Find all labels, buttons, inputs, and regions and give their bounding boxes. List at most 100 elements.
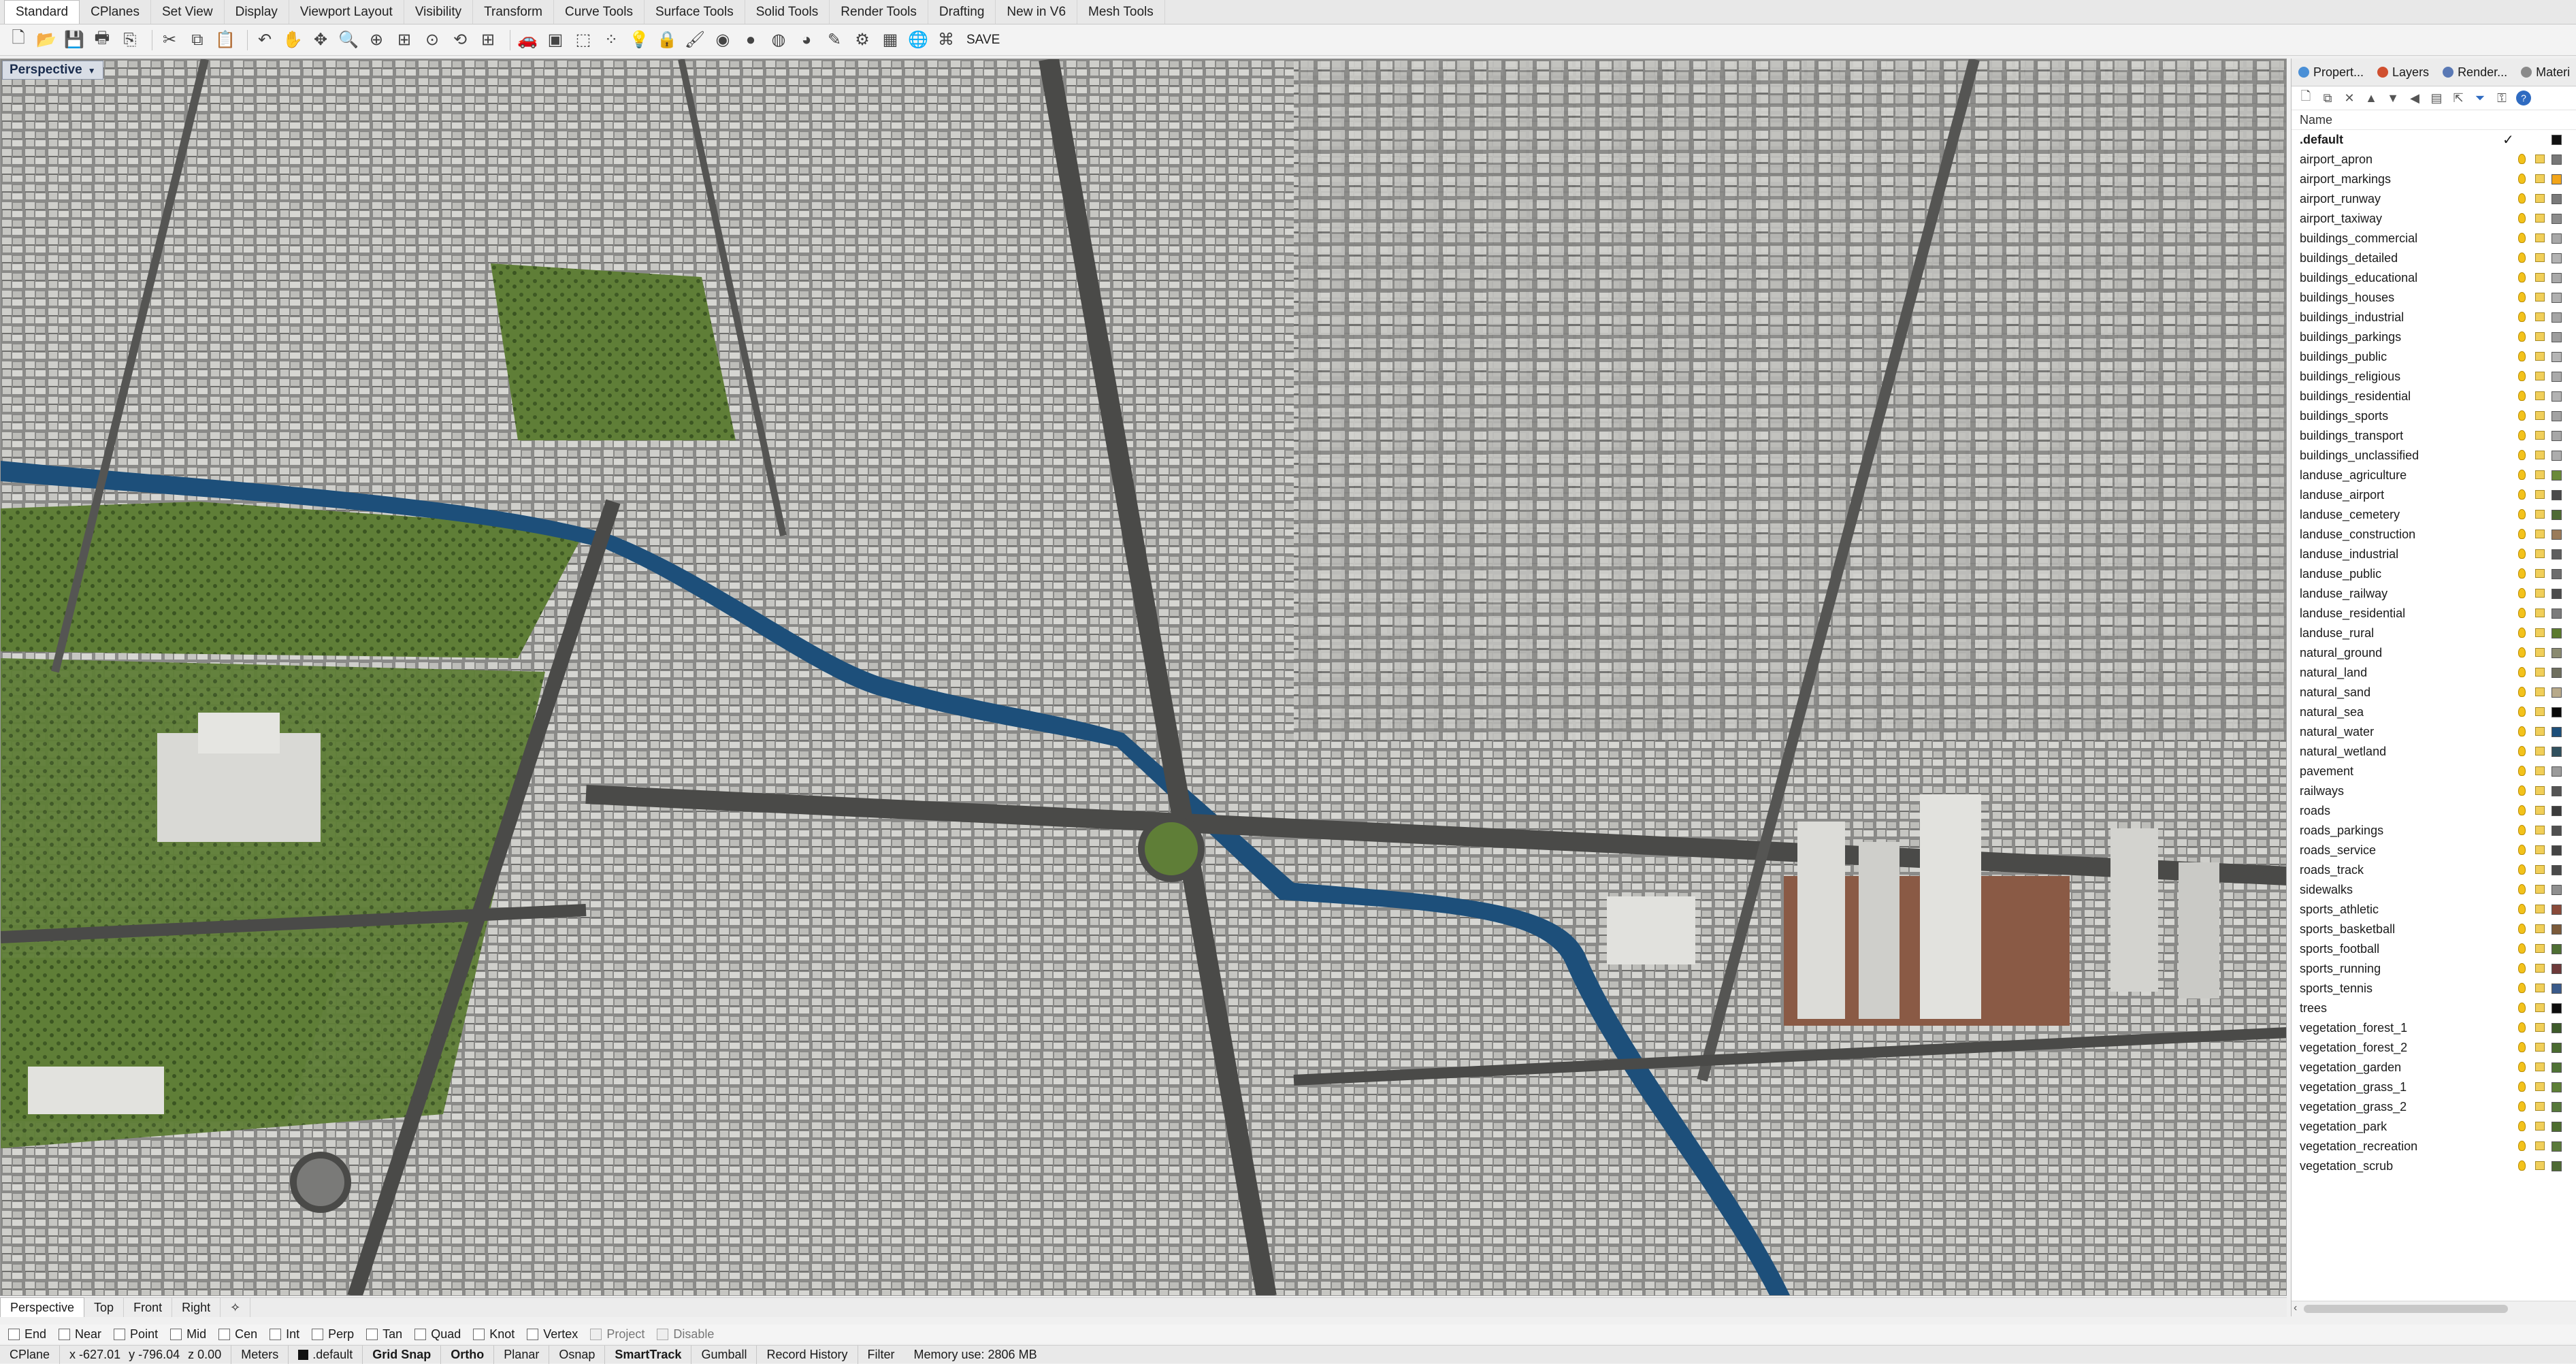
lightbulb-icon[interactable]: 💡 (627, 29, 651, 52)
lock-icon[interactable] (2535, 391, 2545, 400)
lock-icon[interactable] (2535, 312, 2545, 321)
layer-row[interactable]: buildings_commercial (2292, 229, 2576, 248)
osnap-end[interactable]: End (8, 1327, 46, 1342)
layer-color-swatch[interactable] (2551, 431, 2562, 441)
layer-color-swatch[interactable] (2551, 608, 2562, 619)
lock-icon[interactable] (2535, 431, 2545, 440)
lightbulb-icon[interactable] (2518, 1082, 2526, 1092)
layer-row[interactable]: natural_sand (2292, 683, 2576, 702)
lock-icon[interactable] (2535, 174, 2545, 183)
layer-row[interactable]: landuse_industrial (2292, 545, 2576, 564)
layer-color-swatch[interactable] (2551, 569, 2562, 579)
tab-render-tools[interactable]: Render Tools (830, 0, 928, 24)
osnap-vertex[interactable]: Vertex (527, 1327, 578, 1342)
layer-color-swatch[interactable] (2551, 747, 2562, 757)
lock-icon[interactable] (2535, 372, 2545, 380)
layer-color-swatch[interactable] (2551, 944, 2562, 954)
layer-color-swatch[interactable] (2551, 589, 2562, 599)
lock-icon[interactable] (2535, 155, 2545, 163)
layer-color-swatch[interactable] (2551, 194, 2562, 204)
lock-icon[interactable] (2535, 470, 2545, 479)
lightbulb-icon[interactable] (2518, 884, 2526, 894)
osnap-checkbox[interactable] (473, 1328, 485, 1340)
viewport-tab-right[interactable]: Right (172, 1298, 221, 1317)
lightbulb-icon[interactable] (2518, 272, 2526, 282)
osnap-checkbox[interactable] (114, 1328, 126, 1340)
lock-icon[interactable] (2535, 964, 2545, 973)
layer-properties-icon[interactable]: ▤ (2429, 91, 2444, 105)
osnap-quad[interactable]: Quad (414, 1327, 461, 1342)
tab-solid-tools[interactable]: Solid Tools (745, 0, 830, 24)
layer-color-swatch[interactable] (2551, 1062, 2562, 1073)
layer-row[interactable]: landuse_cemetery (2292, 505, 2576, 525)
lock-icon[interactable] (2535, 1122, 2545, 1131)
layer-row[interactable]: buildings_religious (2292, 367, 2576, 387)
layer-color-swatch[interactable] (2551, 510, 2562, 520)
lock-icon[interactable] (2535, 865, 2545, 874)
layer-color-swatch[interactable] (2551, 885, 2562, 895)
current-layer-indicator[interactable]: .default (289, 1345, 363, 1364)
osnap-disable[interactable]: Disable (657, 1327, 714, 1342)
osnap-checkbox[interactable] (170, 1328, 182, 1340)
lightbulb-icon[interactable] (2518, 391, 2526, 401)
lightbulb-icon[interactable] (2518, 904, 2526, 914)
lock-icon[interactable] (2535, 727, 2545, 736)
layer-color-swatch[interactable] (2551, 293, 2562, 303)
lightbulb-icon[interactable] (2518, 568, 2526, 579)
layer-color-swatch[interactable] (2551, 865, 2562, 875)
layer-row[interactable]: sports_running (2292, 959, 2576, 979)
select-icon[interactable]: ⬚ (572, 29, 595, 52)
move-to-parent-icon[interactable]: ⇱ (2451, 91, 2466, 105)
layer-column-header[interactable]: Name (2292, 110, 2576, 130)
lightbulb-icon[interactable] (2518, 1141, 2526, 1151)
viewport-tab-top[interactable]: Top (84, 1298, 125, 1317)
layer-color-swatch[interactable] (2551, 1082, 2562, 1092)
new-layer-icon[interactable]: 🗋 (2298, 89, 2313, 105)
rotate-view-icon[interactable]: ⟲ (449, 29, 472, 52)
layer-color-swatch[interactable] (2551, 806, 2562, 816)
lightbulb-icon[interactable] (2518, 331, 2526, 342)
layer-row[interactable]: sports_basketball (2292, 920, 2576, 939)
lightbulb-icon[interactable] (2518, 864, 2526, 875)
layer-row[interactable]: roads_track (2292, 860, 2576, 880)
chevron-down-icon[interactable]: ▼ (88, 66, 96, 76)
layer-color-swatch[interactable] (2551, 490, 2562, 500)
sphere-icon[interactable]: ● (739, 29, 762, 52)
lock-icon[interactable] (2535, 589, 2545, 598)
cut-icon[interactable]: ✂ (158, 29, 181, 52)
perspective-viewport[interactable]: Perspective ▼ (0, 59, 2287, 1296)
layer-row[interactable]: buildings_industrial (2292, 308, 2576, 327)
tab-surface-tools[interactable]: Surface Tools (645, 0, 745, 24)
layer-color-swatch[interactable] (2551, 273, 2562, 283)
lightbulb-icon[interactable] (2518, 805, 2526, 815)
layer-row[interactable]: airport_apron (2292, 150, 2576, 169)
lightbulb-icon[interactable] (2518, 292, 2526, 302)
tab-cplanes[interactable]: CPlanes (80, 0, 151, 24)
lightbulb-icon[interactable] (2518, 825, 2526, 835)
layer-color-swatch[interactable] (2551, 174, 2562, 184)
tab-set-view[interactable]: Set View (151, 0, 225, 24)
save-icon[interactable]: 💾 (63, 29, 86, 52)
osnap-knot[interactable]: Knot (473, 1327, 515, 1342)
lightbulb-icon[interactable] (2518, 924, 2526, 934)
open-file-icon[interactable]: 📂 (35, 29, 58, 52)
lock-icon[interactable] (2535, 905, 2545, 913)
tab-curve-tools[interactable]: Curve Tools (554, 0, 645, 24)
filter-icon[interactable]: ⏷ (2473, 91, 2488, 105)
layer-color-swatch[interactable] (2551, 135, 2562, 145)
lock-icon[interactable] (2535, 253, 2545, 262)
lock-icon[interactable] (2535, 707, 2545, 716)
layer-row[interactable]: natural_sea (2292, 702, 2576, 722)
lock-icon[interactable] (2535, 411, 2545, 420)
layer-row[interactable]: buildings_unclassified (2292, 446, 2576, 466)
grid-icon[interactable]: ▦ (879, 29, 902, 52)
lock-icon[interactable] (2535, 944, 2545, 953)
lock-icon[interactable] (2535, 984, 2545, 992)
layer-color-swatch[interactable] (2551, 628, 2562, 638)
lock-icon[interactable] (2535, 1003, 2545, 1012)
layer-row[interactable]: buildings_detailed (2292, 248, 2576, 268)
lock-icon[interactable] (2535, 233, 2545, 242)
lock-icon[interactable] (2535, 806, 2545, 815)
layer-row[interactable]: landuse_public (2292, 564, 2576, 584)
zoom-selected-icon[interactable]: ⊙ (421, 29, 444, 52)
